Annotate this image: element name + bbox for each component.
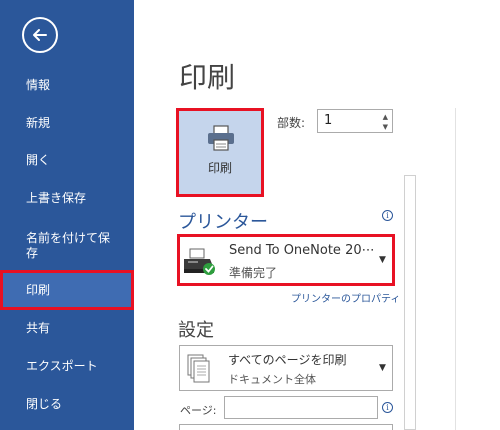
vertical-scrollbar[interactable] [404,175,416,430]
spin-up-icon[interactable]: ▲ [383,113,388,121]
sidebar-item-label: 共有 [26,321,51,335]
copies-value: 1 [324,113,333,128]
sidebar-item-close[interactable]: 閉じる [0,397,134,412]
printer-icon [208,125,234,151]
print-range-dropdown[interactable]: すべてのページを印刷 ドキュメント全体 ▼ [179,345,393,391]
printer-device-icon [184,248,215,275]
backstage-sidebar: 情報 新規 開く 上書き保存 名前を付けて保存 印刷 共有 エクスポート 閉じる [0,0,134,430]
sidebar-item-label: 閉じる [26,397,63,411]
printer-dropdown[interactable]: Send To OneNote 20⋯ 準備完了 ▼ [177,234,395,286]
printer-properties-link[interactable]: プリンターのプロパティ [291,290,400,305]
printer-section-title: プリンター [178,212,268,233]
sidebar-item-label: 新規 [26,116,51,130]
pages-input[interactable] [224,396,378,419]
sidebar-item-open[interactable]: 開く [0,153,134,168]
sidebar-item-label: 情報 [26,78,51,92]
arrow-left-icon [33,29,47,41]
sidebar-item-share[interactable]: 共有 [0,321,134,336]
print-button-label: 印刷 [207,161,232,175]
sidebar-item-label: 開く [26,153,51,167]
copies-label: 部数: [277,116,306,130]
pages-label: ページ: [180,404,217,417]
panel-divider [455,108,456,430]
info-icon[interactable]: i [382,402,393,413]
sidebar-item-save-as[interactable]: 名前を付けて保存 [0,231,118,261]
spin-down-icon[interactable]: ▼ [383,123,388,131]
back-button[interactable] [22,17,58,53]
settings-section-title: 設定 [178,320,214,341]
active-highlight-box [0,270,134,310]
print-range-main: すべてのページを印刷 [228,353,347,367]
print-button[interactable]: 印刷 [176,108,264,197]
chevron-down-icon: ▼ [379,363,386,373]
next-setting-dropdown[interactable] [179,424,393,430]
printer-name: Send To OneNote 20⋯ [229,243,375,258]
info-icon[interactable]: i [382,210,393,221]
sidebar-item-new[interactable]: 新規 [0,116,134,131]
sidebar-item-label: 上書き保存 [26,191,87,205]
sidebar-item-save[interactable]: 上書き保存 [0,191,134,206]
page-title: 印刷 [179,61,236,94]
chevron-down-icon: ▼ [379,255,386,265]
sidebar-item-label: 名前を付けて保存 [26,231,111,260]
copies-input[interactable]: 1 ▲ ▼ [317,109,393,133]
pages-icon [187,354,210,383]
printer-status: 準備完了 [229,266,278,280]
sidebar-item-info[interactable]: 情報 [0,78,134,93]
print-range-sub: ドキュメント全体 [228,373,316,386]
sidebar-item-export[interactable]: エクスポート [0,359,134,374]
sidebar-item-label: エクスポート [26,359,98,373]
